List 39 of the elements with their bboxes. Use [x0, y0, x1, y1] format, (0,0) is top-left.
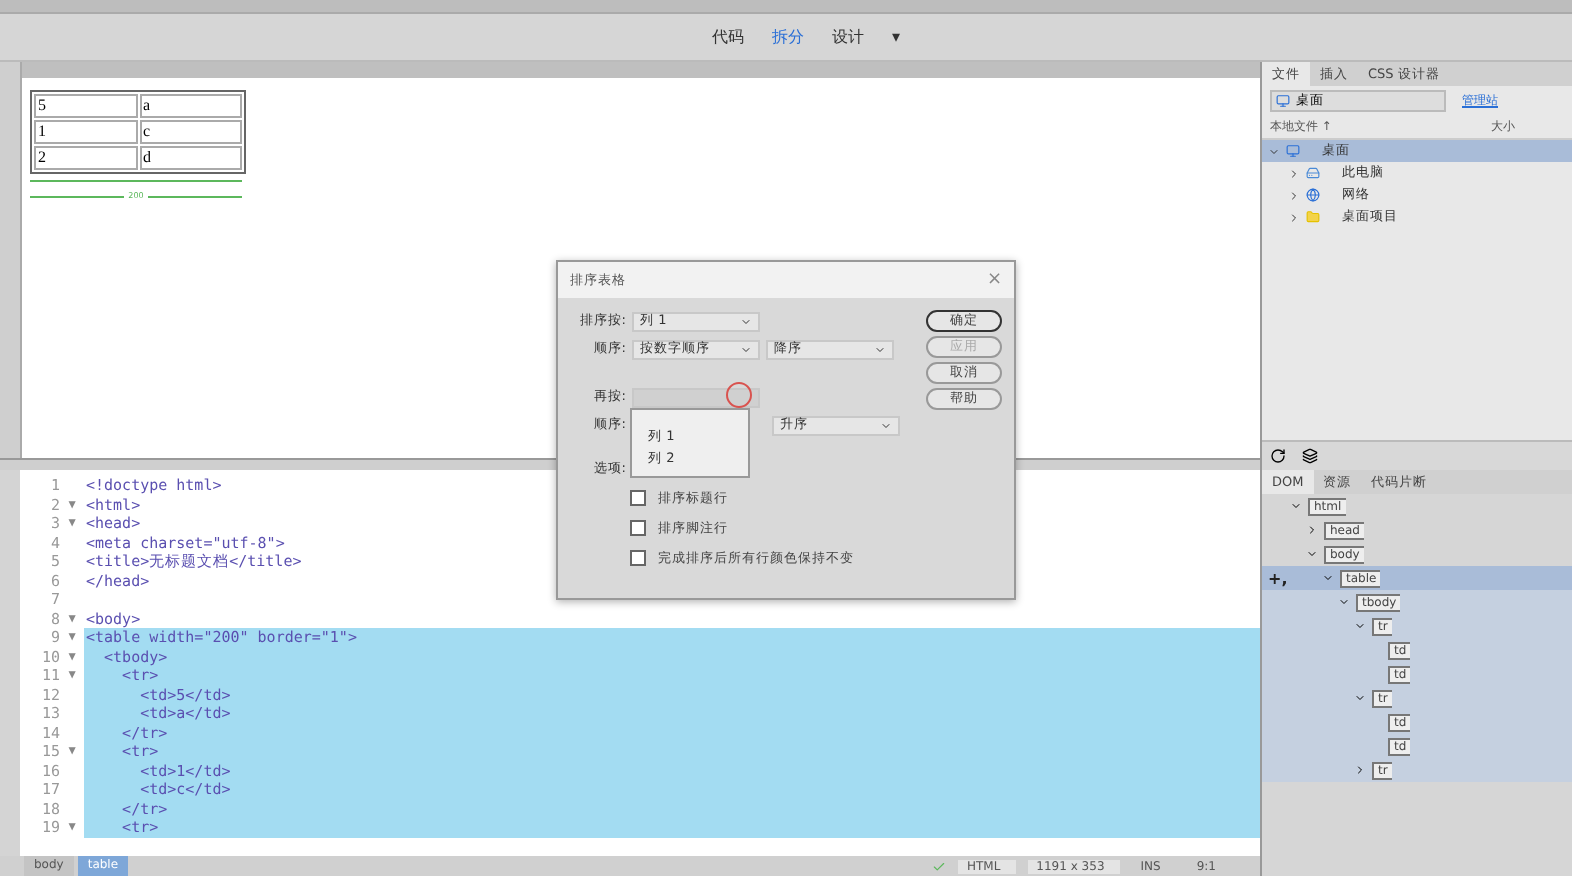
chevron-down-icon[interactable]	[1338, 596, 1350, 608]
table-cell: 5	[34, 94, 137, 118]
table-cell: 2	[34, 146, 137, 170]
checkbox[interactable]	[630, 520, 646, 536]
chevron-right-icon[interactable]	[1288, 211, 1300, 223]
chevron-down-icon	[740, 315, 752, 327]
checkbox[interactable]	[630, 550, 646, 566]
add-marker[interactable]: +,	[1268, 569, 1288, 587]
chevron-down-icon[interactable]	[1354, 620, 1366, 632]
chevron-down-icon[interactable]	[1268, 145, 1280, 157]
click-indicator-icon	[726, 382, 752, 408]
layers-icon[interactable]	[1302, 448, 1318, 464]
then-by-select[interactable]	[632, 387, 760, 407]
chevron-right-icon[interactable]	[1306, 524, 1318, 536]
chevron-down-icon	[740, 343, 752, 355]
check-icon	[932, 859, 947, 873]
chevron-down-icon[interactable]	[1306, 548, 1318, 560]
table-cell: d	[139, 146, 242, 170]
chevron-right-icon[interactable]	[1354, 764, 1366, 776]
chevron-down-icon[interactable]	[1354, 692, 1366, 704]
refresh-icon[interactable]	[1270, 448, 1286, 464]
view-tab[interactable]: 代码	[712, 26, 744, 48]
table-cell: c	[139, 120, 242, 144]
chevron-right-icon[interactable]	[1288, 189, 1300, 201]
table-cell: a	[139, 94, 242, 118]
chevron-down-icon[interactable]	[1290, 500, 1302, 512]
computer-icon	[1306, 166, 1320, 180]
chevron-down-icon	[874, 343, 886, 355]
table-cell: 1	[34, 120, 137, 144]
folder-icon	[1306, 210, 1320, 224]
checkbox[interactable]	[630, 490, 646, 506]
chevron-down-icon	[880, 419, 892, 431]
view-tab[interactable]: 设计	[832, 26, 864, 48]
view-menu-caret[interactable]: ▾	[892, 28, 901, 46]
monitor-icon	[1286, 144, 1300, 158]
chevron-down-icon[interactable]	[1322, 572, 1334, 584]
monitor-icon	[1276, 94, 1290, 108]
chevron-right-icon[interactable]	[1288, 167, 1300, 179]
globe-icon	[1306, 188, 1320, 202]
